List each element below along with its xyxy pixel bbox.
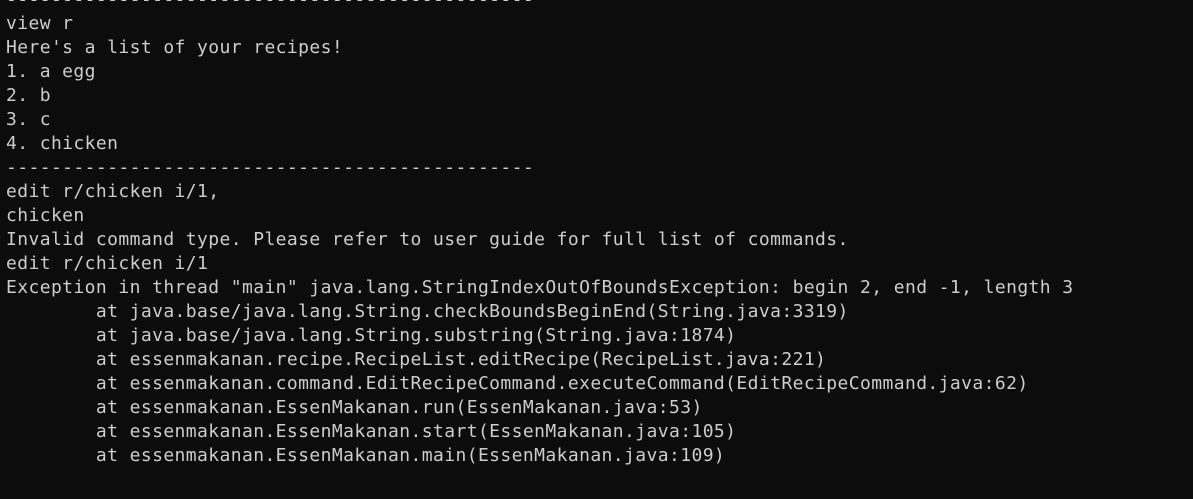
terminal-window[interactable]: ----------------------------------------… [0, 0, 1193, 499]
recipe-list-item: 4. chicken [6, 133, 119, 154]
command-line: view r [6, 13, 74, 34]
error-message-line: Invalid command type. Please refer to us… [6, 229, 849, 250]
command-line: edit r/chicken i/1, [6, 181, 220, 202]
stack-trace-line: at java.base/java.lang.String.checkBound… [6, 301, 849, 322]
stack-trace-line: at essenmakanan.command.EditRecipeComman… [6, 373, 1029, 394]
recipe-list-item: 1. a egg [6, 61, 96, 82]
stack-trace-line: at essenmakanan.EssenMakanan.start(Essen… [6, 421, 737, 442]
output-line: chicken [6, 205, 85, 226]
command-line: edit r/chicken i/1 [6, 253, 209, 274]
stack-trace-line: at java.base/java.lang.String.substring(… [6, 325, 737, 346]
terminal-output: ----------------------------------------… [6, 0, 1193, 468]
recipe-list-item: 3. c [6, 109, 51, 130]
output-line: Here's a list of your recipes! [6, 37, 344, 58]
stack-trace-line: at essenmakanan.EssenMakanan.run(EssenMa… [6, 397, 703, 418]
stack-trace-line: at essenmakanan.recipe.RecipeList.editRe… [6, 349, 827, 370]
separator-line: ----------------------------------------… [6, 0, 1193, 12]
stack-trace-line: at essenmakanan.EssenMakanan.main(EssenM… [6, 445, 726, 466]
separator-line: ----------------------------------------… [6, 157, 535, 178]
exception-line: Exception in thread "main" java.lang.Str… [6, 277, 1074, 298]
recipe-list-item: 2. b [6, 85, 51, 106]
